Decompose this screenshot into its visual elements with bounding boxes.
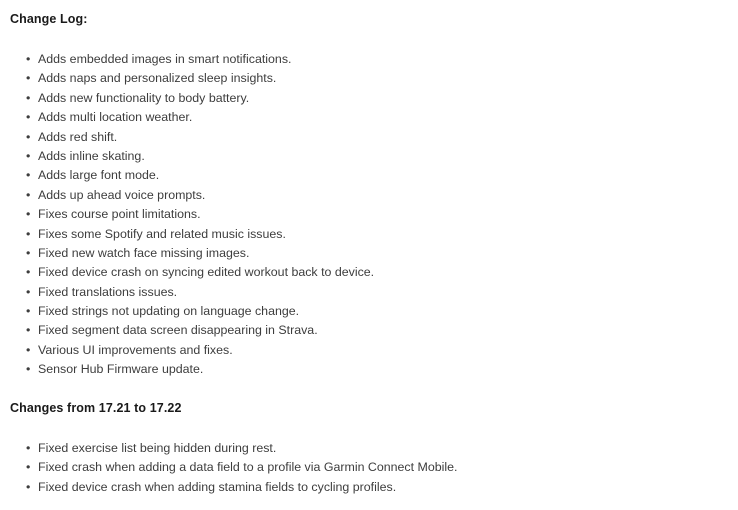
list-item: • Fixed new watch face missing images. bbox=[0, 244, 374, 263]
list-item: • Adds red shift. bbox=[0, 128, 374, 147]
list-item: • Fixed translations issues. bbox=[0, 283, 374, 302]
list-item-label: Adds embedded images in smart notificati… bbox=[38, 52, 292, 66]
bullet-icon: • bbox=[26, 304, 31, 319]
bullet-icon: • bbox=[26, 207, 31, 222]
bullet-icon: • bbox=[26, 284, 31, 299]
list-item-label: Fixed device crash when adding stamina f… bbox=[38, 479, 397, 494]
list-item: • Adds new functionality to body battery. bbox=[0, 89, 374, 108]
list-item: • Fixed device crash when adding stamina … bbox=[0, 478, 457, 497]
list-item: • Various UI improvements and fixes. bbox=[0, 341, 374, 360]
list-item: • Fixes course point limitations. bbox=[0, 205, 374, 224]
bullet-icon: • bbox=[26, 129, 31, 144]
bullet-icon: • bbox=[26, 226, 31, 241]
list-item: • Fixed crash when adding a data field to… bbox=[0, 458, 457, 477]
bullet-icon: • bbox=[26, 362, 31, 377]
list-item: • Adds large font mode. bbox=[0, 166, 374, 185]
list-item-label: Fixed strings not updating on language c… bbox=[38, 304, 300, 319]
list-item-label: Fixed crash when adding a data field to … bbox=[38, 460, 458, 475]
bullet-icon: • bbox=[26, 441, 31, 455]
list-item: • Adds inline skating. bbox=[0, 147, 374, 166]
bullet-icon: • bbox=[26, 265, 31, 280]
list-item-label: Adds naps and personalized sleep insight… bbox=[38, 71, 277, 86]
bullet-icon: • bbox=[26, 323, 31, 338]
list-item-label: Fixed device crash on syncing edited wor… bbox=[38, 265, 375, 280]
list-item-label: Adds large font mode. bbox=[38, 168, 160, 183]
list-item: • Fixes some Spotify and related music is… bbox=[0, 225, 374, 244]
list-item: • Adds up ahead voice prompts. bbox=[0, 186, 374, 205]
bullet-icon: • bbox=[26, 71, 31, 86]
bullet-icon: • bbox=[26, 479, 31, 494]
bullet-icon: • bbox=[26, 460, 31, 475]
bullet-icon: • bbox=[26, 110, 31, 125]
list-item-label: Fixed exercise list being hidden during … bbox=[38, 441, 277, 455]
bullet-icon: • bbox=[26, 342, 31, 357]
list-item-label: Adds multi location weather. bbox=[38, 110, 193, 125]
changelog-list: • Adds embedded images in smart notificat… bbox=[0, 50, 374, 380]
list-item-label: Sensor Hub Firmware update. bbox=[38, 362, 204, 377]
changelog-page: Change Log: • Adds embedded images in sma… bbox=[0, 0, 738, 510]
bullet-icon: • bbox=[26, 245, 31, 260]
list-item: • Adds multi location weather. bbox=[0, 108, 374, 127]
list-item-label: Fixes course point limitations. bbox=[38, 207, 201, 222]
list-item-label: Fixed translations issues. bbox=[38, 284, 178, 299]
list-item-label: Fixes some Spotify and related music iss… bbox=[38, 226, 286, 241]
bullet-icon: • bbox=[26, 90, 31, 105]
list-item-label: Fixed segment data screen disappearing i… bbox=[38, 323, 318, 338]
list-item: • Adds naps and personalized sleep insigh… bbox=[0, 69, 374, 88]
bullet-icon: • bbox=[26, 148, 31, 163]
list-item: • Fixed device crash on syncing edited wo… bbox=[0, 263, 374, 282]
bullet-icon: • bbox=[26, 187, 31, 202]
bullet-icon: • bbox=[26, 168, 31, 183]
list-item: • Fixed segment data screen disappearing … bbox=[0, 321, 374, 340]
list-item: • Adds embedded images in smart notificat… bbox=[0, 50, 374, 69]
list-item: • Fixed exercise list being hidden during… bbox=[0, 439, 457, 458]
section-heading-version-changes: Changes from 17.21 to 17.22 bbox=[10, 401, 182, 415]
list-item-label: Adds new functionality to body battery. bbox=[38, 90, 250, 105]
bullet-icon: • bbox=[26, 52, 31, 66]
list-item: • Fixed strings not updating on language … bbox=[0, 302, 374, 321]
version-changes-list: • Fixed exercise list being hidden during… bbox=[0, 439, 457, 497]
list-item: • Sensor Hub Firmware update. bbox=[0, 360, 374, 379]
list-item-label: Adds up ahead voice prompts. bbox=[38, 187, 206, 202]
list-item-label: Adds red shift. bbox=[38, 129, 118, 144]
list-item-label: Various UI improvements and fixes. bbox=[38, 342, 233, 357]
page-title: Change Log: bbox=[10, 12, 88, 26]
list-item-label: Fixed new watch face missing images. bbox=[38, 245, 250, 260]
list-item-label: Adds inline skating. bbox=[38, 148, 145, 163]
